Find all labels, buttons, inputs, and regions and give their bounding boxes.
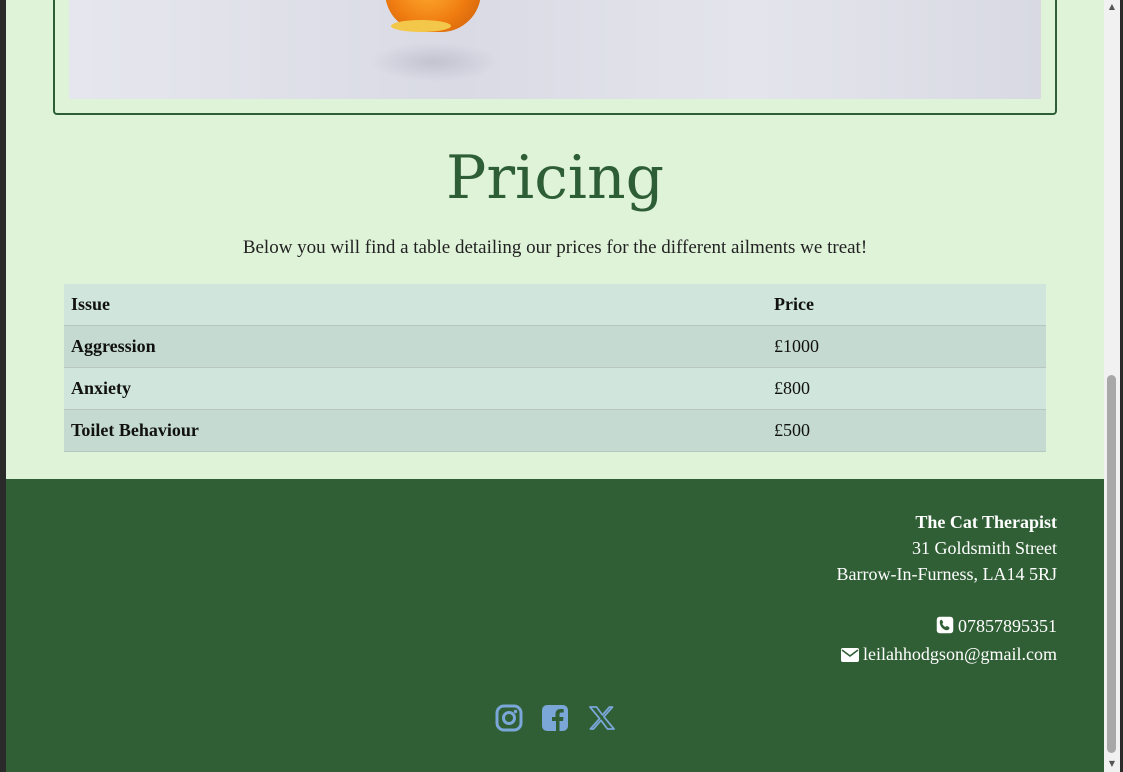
row-price: £500 [767, 409, 1046, 452]
table-row: Aggression £1000 [64, 325, 1046, 368]
address-line-2: Barrow-In-Furness, LA14 5RJ [836, 564, 1057, 584]
business-name: The Cat Therapist [915, 512, 1057, 532]
contact-info: The Cat Therapist 31 Goldsmith Street Ba… [837, 509, 1057, 669]
instagram-icon[interactable] [495, 704, 523, 737]
pricing-description: Below you will find a table detailing ou… [242, 237, 868, 258]
page: Pricing Below you will find a table deta… [6, 0, 1104, 772]
pricing-title: Pricing [445, 143, 665, 213]
pricing-table: Issue Price Aggression £1000 Anxiety £80… [64, 284, 1046, 452]
footer: The Cat Therapist 31 Goldsmith Street Ba… [6, 479, 1104, 772]
row-issue: Toilet Behaviour [64, 409, 767, 452]
scroll-up-arrow-icon[interactable]: ▲ [1104, 0, 1120, 14]
row-issue: Aggression [64, 325, 767, 368]
table-row: Anxiety £800 [64, 367, 1046, 410]
phone-number[interactable]: 07857895351 [958, 616, 1057, 636]
x-icon[interactable] [587, 704, 615, 737]
row-issue: Anxiety [64, 367, 767, 410]
header-price: Price [767, 284, 1046, 326]
address-line-1: 31 Goldsmith Street [912, 538, 1057, 558]
facebook-icon[interactable] [541, 704, 569, 737]
cat-photo [69, 0, 1041, 99]
table-row: Toilet Behaviour £500 [64, 409, 1046, 452]
phone-row[interactable]: 07857895351 [837, 613, 1057, 641]
email-row[interactable]: leilahhodgson@gmail.com [837, 641, 1057, 669]
row-price: £800 [767, 367, 1046, 410]
social-links [6, 704, 1104, 737]
header-issue: Issue [64, 284, 767, 326]
envelope-icon [840, 643, 859, 669]
scrollbar-thumb[interactable] [1107, 375, 1116, 753]
phone-icon [936, 615, 954, 641]
email-address[interactable]: leilahhodgson@gmail.com [863, 644, 1057, 664]
scroll-down-arrow-icon[interactable]: ▼ [1104, 755, 1120, 772]
row-price: £1000 [767, 325, 1046, 368]
table-header-row: Issue Price [64, 284, 1046, 326]
image-frame [53, 0, 1057, 115]
